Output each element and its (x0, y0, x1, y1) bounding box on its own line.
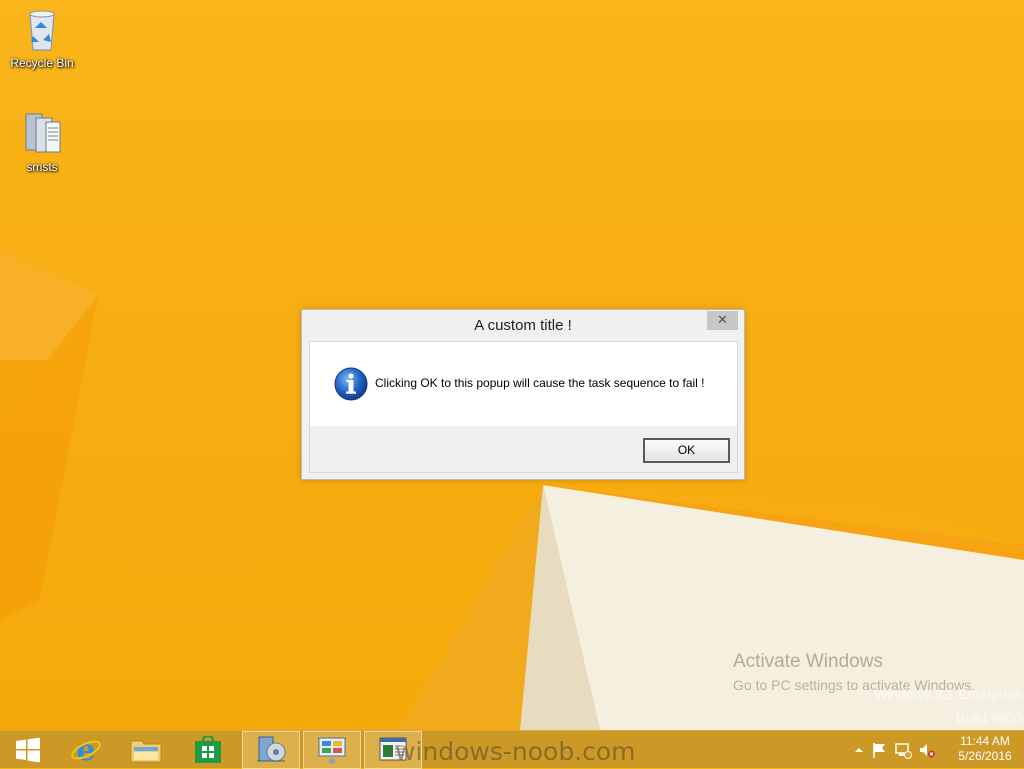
folder-icon (130, 740, 162, 763)
clock-date: 5/26/2016 (958, 749, 1012, 763)
taskbar-configmgr-console[interactable] (242, 731, 300, 769)
dialog-titlebar[interactable]: A custom title ! ✕ (302, 310, 744, 340)
flag-icon[interactable] (870, 741, 888, 759)
edition-watermark: Windows 8.1 Enterprise (874, 686, 1022, 702)
recycle-bin-icon (18, 6, 66, 54)
build-watermark: Build 9600 (955, 710, 1022, 726)
message-dialog: A custom title ! ✕ Clicking OK to this p… (301, 309, 745, 480)
close-icon: ✕ (717, 313, 728, 328)
log-file-icon (18, 110, 66, 158)
chevron-up-icon[interactable] (850, 741, 868, 759)
control-panel-icon (318, 737, 346, 764)
taskbar-clock[interactable]: 11:44 AM 5/26/2016 (954, 734, 1016, 764)
taskbar-internet-explorer[interactable]: e (58, 731, 114, 769)
taskbar-store[interactable] (180, 731, 236, 769)
system-tray: 11:44 AM 5/26/2016 (844, 731, 1024, 769)
dialog-message: Clicking OK to this popup will cause the… (375, 376, 705, 390)
svg-text:e: e (76, 734, 95, 766)
windows-logo-icon (16, 737, 40, 763)
dialog-title: A custom title ! (474, 317, 572, 334)
network-icon[interactable] (894, 741, 912, 759)
store-icon (195, 736, 221, 763)
desktop-icon-smsts[interactable]: smsts (7, 110, 77, 174)
taskbar-control-panel[interactable] (303, 731, 361, 769)
activation-watermark-title: Activate Windows (733, 651, 883, 672)
desktop-icon-recycle-bin[interactable]: Recycle Bin (7, 6, 77, 70)
ok-button[interactable]: OK (643, 438, 730, 463)
taskbar: e windows-noob.com 11:44 AM 5/26/2016 (0, 730, 1024, 769)
info-icon (334, 367, 368, 401)
dialog-button-area: OK (310, 426, 737, 472)
taskbar-file-explorer[interactable] (118, 731, 174, 769)
internet-explorer-icon: e (71, 734, 101, 766)
clock-time: 11:44 AM (960, 734, 1010, 748)
start-button[interactable] (0, 731, 56, 769)
site-watermark: windows-noob.com (395, 737, 636, 766)
desktop-icon-label: Recycle Bin (10, 56, 74, 70)
speaker-muted-icon[interactable] (918, 741, 936, 759)
dialog-message-area: Clicking OK to this popup will cause the… (310, 342, 737, 426)
dialog-content: Clicking OK to this popup will cause the… (309, 341, 738, 473)
config-manager-icon (257, 736, 286, 762)
desktop-icon-label: smsts (26, 160, 58, 174)
dialog-close-button[interactable]: ✕ (707, 311, 738, 330)
